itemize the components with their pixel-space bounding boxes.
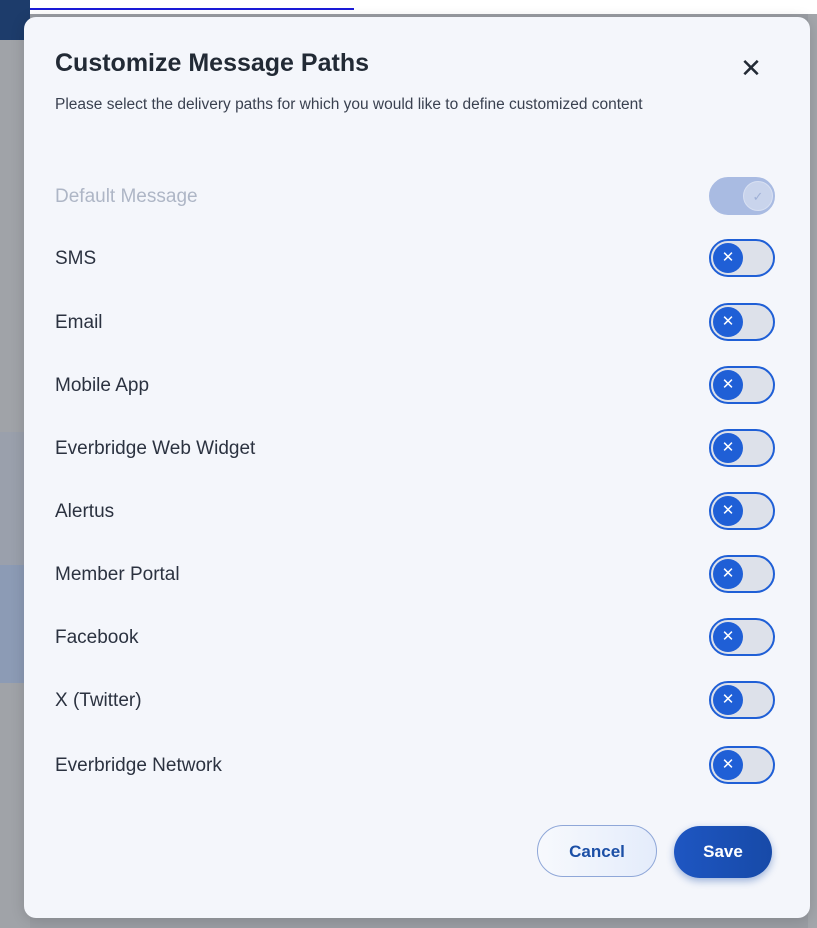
x-icon: ✕: [713, 559, 743, 589]
path-label: Everbridge Web Widget: [55, 438, 256, 459]
path-row-sms: SMS ✕: [24, 239, 810, 279]
x-icon: ✕: [713, 433, 743, 463]
background-header: [0, 0, 817, 14]
x-icon: ✕: [713, 496, 743, 526]
facebook-toggle[interactable]: ✕: [709, 618, 775, 656]
x-icon: ✕: [713, 685, 743, 715]
dialog-subtitle: Please select the delivery paths for whi…: [55, 96, 643, 113]
path-label: Alertus: [55, 501, 115, 522]
everbridge-web-widget-toggle[interactable]: ✕: [709, 429, 775, 467]
path-label: Email: [55, 312, 103, 333]
email-toggle[interactable]: ✕: [709, 303, 775, 341]
sms-toggle[interactable]: ✕: [709, 239, 775, 277]
path-label: Default Message: [55, 186, 198, 207]
path-label: Member Portal: [55, 564, 180, 585]
path-label: Facebook: [55, 627, 139, 648]
path-row-member-portal: Member Portal ✕: [24, 555, 810, 595]
cancel-button[interactable]: Cancel: [537, 825, 657, 877]
mobile-app-toggle[interactable]: ✕: [709, 366, 775, 404]
member-portal-toggle[interactable]: ✕: [709, 555, 775, 593]
path-row-mobile-app: Mobile App ✕: [24, 366, 810, 406]
path-label: Mobile App: [55, 375, 150, 396]
path-label: Everbridge Network: [55, 755, 222, 776]
path-row-everbridge-web-widget: Everbridge Web Widget ✕: [24, 429, 810, 469]
path-row-alertus: Alertus ✕: [24, 492, 810, 532]
path-row-default-message: Default Message ✓: [24, 177, 810, 217]
path-row-x-twitter: X (Twitter) ✕: [24, 681, 810, 721]
x-icon: ✕: [713, 370, 743, 400]
alertus-toggle[interactable]: ✕: [709, 492, 775, 530]
path-label: X (Twitter): [55, 690, 142, 711]
x-twitter-toggle[interactable]: ✕: [709, 681, 775, 719]
close-icon[interactable]: ✕: [736, 53, 766, 83]
x-icon: ✕: [713, 307, 743, 337]
x-icon: ✕: [713, 243, 743, 273]
x-icon: ✕: [713, 622, 743, 652]
save-button[interactable]: Save: [674, 826, 772, 878]
path-row-facebook: Facebook ✕: [24, 618, 810, 658]
default-message-toggle: ✓: [709, 177, 775, 215]
customize-message-paths-dialog: Customize Message Paths ✕ Please select …: [24, 17, 810, 918]
check-icon: ✓: [743, 181, 773, 211]
x-icon: ✕: [713, 750, 743, 780]
background-link: [28, 0, 354, 10]
path-label: SMS: [55, 248, 97, 269]
everbridge-network-toggle[interactable]: ✕: [709, 746, 775, 784]
path-row-email: Email ✕: [24, 303, 810, 343]
path-row-everbridge-network: Everbridge Network ✕: [24, 746, 810, 786]
dialog-title: Customize Message Paths: [55, 49, 369, 77]
